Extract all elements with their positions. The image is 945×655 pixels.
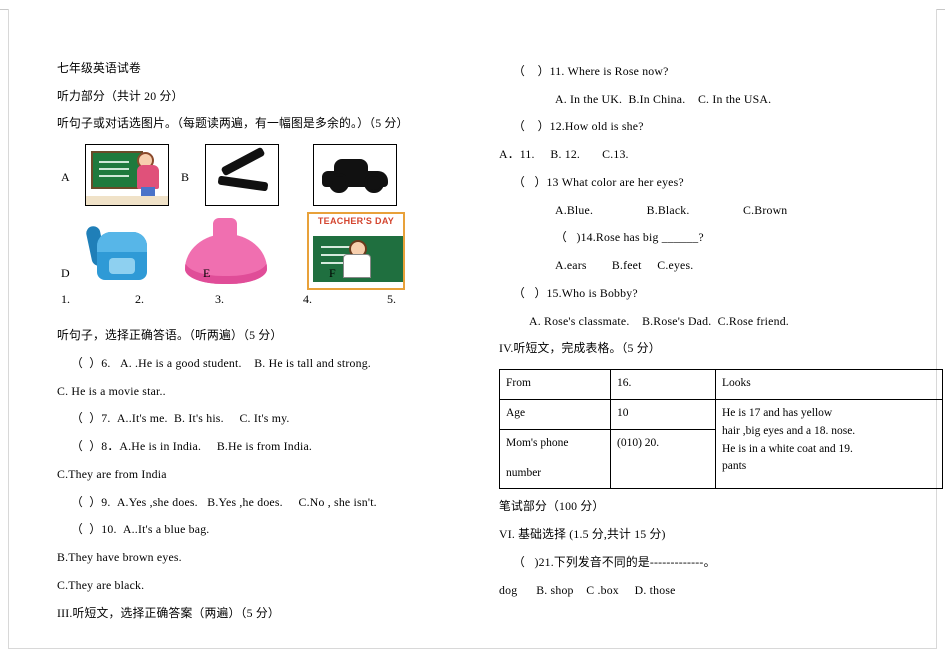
section-4-heading: IV.听短文，完成表格。（5 分） xyxy=(499,341,661,356)
black-bar-icon xyxy=(217,175,269,192)
answer-blank-4: 4. xyxy=(303,292,312,307)
table-row: Age 10 He is 17 and has yellow hair ,big… xyxy=(499,398,943,490)
listening-part-heading: 听力部分（共计 20 分） xyxy=(57,88,184,103)
question-10-option-c: C.They are black. xyxy=(57,577,145,592)
question-11-options: A. In the UK. B.In China. C. In the USA. xyxy=(555,91,772,106)
dress-skirt-icon xyxy=(185,234,267,285)
car-wheel-icon xyxy=(364,173,384,194)
table-cell-looks-text: He is 17 and has yellow hair ,big eyes a… xyxy=(715,398,943,490)
picture-label-e: E xyxy=(203,266,211,281)
backpack-pocket-icon xyxy=(109,258,135,275)
picture-label-b: B xyxy=(181,170,190,185)
answer-blank-5: 5. xyxy=(387,292,396,307)
question-13: （ ）13 What color are her eyes? xyxy=(513,174,684,189)
picture-a-classroom xyxy=(85,144,169,207)
question-15-options: A. Rose's classmate. B.Rose's Dad. C.Ros… xyxy=(529,313,789,328)
phone-label-line-1: Mom's phone xyxy=(506,436,569,449)
car-wheel-icon xyxy=(329,173,349,194)
page-title: 七年级英语试卷 xyxy=(57,61,141,75)
looks-line-1: He is 17 and has yellow xyxy=(722,406,833,419)
question-14-options: A.ears B.feet C.eyes. xyxy=(555,258,694,273)
looks-line-3: He is in a white coat and 19. xyxy=(722,442,853,455)
teachers-day-text: TEACHER'S DAY xyxy=(317,216,395,227)
exam-sheet: 七年级英语试卷 听力部分（共计 20 分） 听句子或对话选图片。（每题读两遍，有… xyxy=(8,9,943,649)
left-column: 七年级英语试卷 听力部分（共计 20 分） 听句子或对话选图片。（每题读两遍，有… xyxy=(57,61,477,633)
table-cell-from-label: From xyxy=(499,369,611,400)
table-row: From 16. Looks xyxy=(499,369,943,400)
picture-e-dress xyxy=(177,214,273,288)
picture-label-f: F xyxy=(329,266,336,281)
document-page: 七年级英语试卷 听力部分（共计 20 分） 听句子或对话选图片。（每题读两遍，有… xyxy=(0,0,945,655)
question-12: （ ）12.How old is she? xyxy=(513,119,644,134)
question-14: （ )14.Rose has big ______? xyxy=(555,230,704,245)
question-21-options: dog B. shop C .box D. those xyxy=(499,582,676,597)
section-1-heading: 听句子或对话选图片。（每题读两遍，有一幅图是多余的。）（5 分） xyxy=(57,116,409,131)
blackboard-icon xyxy=(91,151,143,190)
picture-choices: A B TEACHER'S DAY D E F 1. 2. 3. 4. 5. xyxy=(57,144,457,307)
question-11: （ ）11. Where is Rose now? xyxy=(513,64,669,78)
phone-label-line-2: number xyxy=(506,466,542,479)
section-6-heading: VI. 基础选择 (1.5 分,共计 15 分) xyxy=(499,527,666,542)
question-15: （ ）15.Who is Bobby? xyxy=(513,285,638,300)
table-cell-age-value: 10 xyxy=(610,398,716,430)
question-8-option-c: C.They are from India xyxy=(57,466,167,481)
question-21: （ )21.下列发音不同的是-------------。 xyxy=(513,554,716,569)
question-10: （ ）10. A..It's a blue bag. xyxy=(71,522,210,537)
table-cell-looks-label: Looks xyxy=(715,369,943,400)
question-7: （ ）7. A..It's me. B. It's his. C. It's m… xyxy=(71,411,290,426)
answer-blank-1: 1. xyxy=(61,292,70,307)
answer-blank-3: 3. xyxy=(215,292,224,307)
section-3-heading: III.听短文，选择正确答案（两遍）（5 分） xyxy=(57,605,280,620)
table-cell-phone-value: (010) 20. xyxy=(610,428,716,490)
table-cell-from-value: 16. xyxy=(610,369,716,400)
section-2-heading: 听句子，选择正确答语。（听两遍）（5 分） xyxy=(57,328,283,343)
right-column: （ ）11. Where is Rose now? A. In the UK. … xyxy=(499,64,943,610)
written-part-heading: 笔试部分（100 分） xyxy=(499,499,605,514)
picture-d-backpack xyxy=(85,216,163,286)
picture-b-object xyxy=(205,144,279,207)
question-6: （ ）6. A. .He is a good student. B. He is… xyxy=(71,355,371,370)
question-13-options: A.Blue. B.Black. C.Brown xyxy=(555,202,788,217)
question-10-option-b: B.They have brown eyes. xyxy=(57,550,182,565)
question-8: （ ）8．A.He is in India. B.He is from Indi… xyxy=(71,439,313,454)
looks-line-2: hair ,big eyes and a 18. nose. xyxy=(722,424,856,437)
teacher-body-icon xyxy=(137,165,159,190)
question-9: （ ）9. A.Yes ,she does. B.Yes ,he does. C… xyxy=(71,494,377,509)
picture-label-d: D xyxy=(61,266,70,281)
backpack-flap-icon xyxy=(97,232,147,253)
picture-f-teachers-day: TEACHER'S DAY xyxy=(307,212,405,291)
floor-icon xyxy=(86,196,168,206)
table-cell-age-label: Age xyxy=(499,398,611,430)
black-bar-icon xyxy=(220,146,266,177)
question-12-options: A．11. B. 12. C.13. xyxy=(499,147,629,162)
teacher-body-icon xyxy=(343,254,371,279)
picture-label-a: A xyxy=(61,170,70,185)
looks-line-4: pants xyxy=(722,460,747,473)
question-6-option-c: C. He is a movie star.. xyxy=(57,383,166,398)
listening-table: From 16. Looks Age 10 He is 17 and has y… xyxy=(499,369,943,490)
answer-blank-2: 2. xyxy=(135,292,144,307)
table-cell-phone-label: Mom's phone number xyxy=(499,428,611,490)
picture-c-car xyxy=(313,144,397,207)
